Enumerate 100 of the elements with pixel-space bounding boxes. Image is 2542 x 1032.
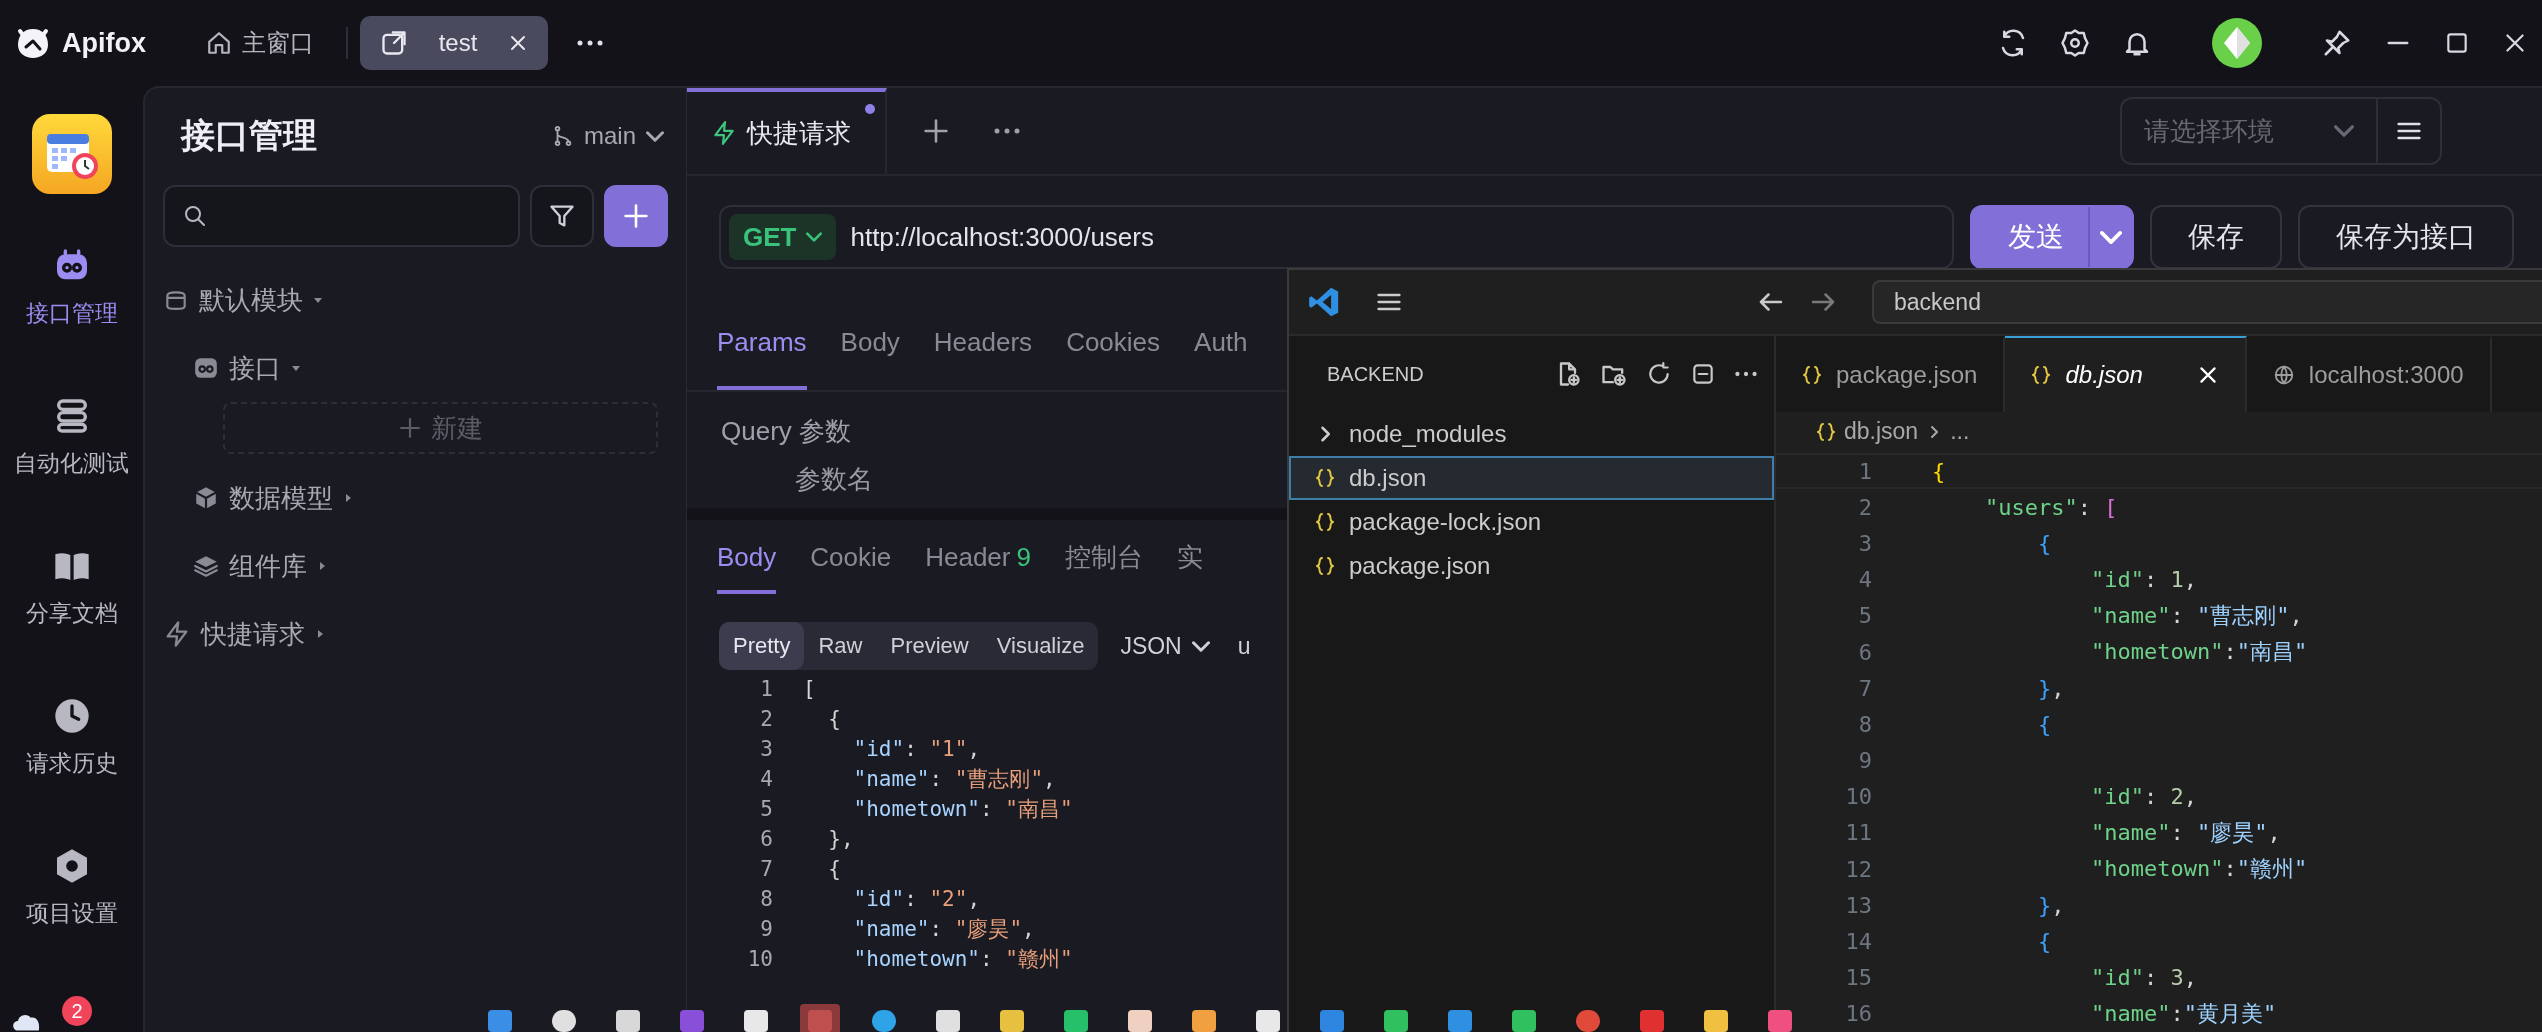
explorer-title: BACKEND: [1327, 362, 1424, 386]
notification-badge: 2: [62, 996, 92, 1026]
nav-item[interactable]: 接口管理: [25, 234, 118, 384]
response-tab[interactable]: Cookie: [810, 524, 892, 594]
line-number: 8: [759, 887, 773, 911]
params-tab[interactable]: Cookies: [1066, 298, 1161, 390]
settings-icon[interactable]: [2060, 28, 2090, 58]
code-line: "hometown":"赣州": [2089, 855, 2308, 884]
editor-tab[interactable]: localhost:3000: [2246, 336, 2492, 412]
params-tab[interactable]: Body: [840, 298, 900, 390]
home-icon: [206, 30, 232, 56]
view-tab[interactable]: Visualize: [982, 622, 1099, 670]
nav-item[interactable]: 请求历史: [25, 684, 118, 834]
cube-icon: [193, 485, 219, 511]
response-tab[interactable]: Header 9: [925, 524, 1031, 594]
line-number: 9: [1857, 748, 1872, 774]
breadcrumb-item[interactable]: ...: [1950, 418, 1970, 445]
code-line: "name": "曹志刚",: [852, 766, 1056, 793]
app-icon[interactable]: [31, 114, 112, 194]
tree-item[interactable]: 默认模块: [199, 282, 303, 318]
view-tab[interactable]: Pretty: [719, 622, 805, 670]
file-item[interactable]: node_modules: [1289, 412, 1774, 456]
refresh-icon[interactable]: [1646, 361, 1672, 387]
lightning-icon: [711, 120, 737, 146]
code-line: "hometown": "南昌": [852, 796, 1073, 823]
filter-button[interactable]: [530, 185, 594, 247]
collapse-icon[interactable]: [1690, 361, 1716, 387]
app-name: Apifox: [62, 27, 146, 59]
response-tab[interactable]: 实: [1176, 524, 1203, 594]
toolbar-label: u: [1237, 632, 1251, 660]
line-number: 8: [1857, 711, 1872, 737]
file-item[interactable]: package-lock.json: [1289, 500, 1774, 544]
line-number: 11: [1844, 820, 1872, 846]
lightning-icon: [163, 620, 191, 648]
method-select[interactable]: GET: [729, 214, 837, 260]
breadcrumb-item[interactable]: db.json: [1844, 418, 1919, 445]
add-button[interactable]: [604, 185, 668, 247]
file-item[interactable]: db.json: [1289, 456, 1774, 500]
code-line: "name": "廖昊",: [852, 916, 1035, 943]
nav-item[interactable]: 自动化测试: [14, 384, 129, 534]
code-line: "id": 1,: [2089, 567, 2197, 593]
globe-icon: [2272, 364, 2295, 386]
braces-icon: [1315, 468, 1335, 488]
branch-selector[interactable]: main: [551, 122, 664, 150]
tree-item[interactable]: 接口: [229, 350, 281, 386]
plus-icon: [623, 203, 649, 229]
pin-icon[interactable]: [2322, 28, 2352, 58]
plus-icon[interactable]: [923, 118, 949, 144]
search-field[interactable]: [163, 185, 520, 247]
search-field[interactable]: backend: [1872, 280, 2542, 324]
chevron-down-icon: [2334, 125, 2354, 137]
view-tab[interactable]: Preview: [876, 622, 983, 670]
code-line: "name": "廖昊",: [2089, 818, 2281, 847]
response-tab[interactable]: Body: [717, 524, 777, 594]
code-line: {: [827, 857, 841, 881]
more-icon[interactable]: [993, 127, 1021, 135]
chevron-down-icon: [806, 232, 823, 242]
tree-item[interactable]: 数据模型: [229, 480, 333, 516]
line-number: 4: [759, 767, 773, 791]
window-tab[interactable]: 主窗口: [186, 16, 334, 70]
nav-item[interactable]: 项目设置: [25, 834, 118, 984]
tree-item[interactable]: 快捷请求: [201, 616, 305, 652]
editor-tab[interactable]: db.json: [2005, 336, 2247, 412]
nav-item[interactable]: 分享文档: [25, 534, 118, 684]
line-number: 3: [1857, 530, 1872, 556]
more-icon[interactable]: [1734, 370, 1758, 378]
braces-icon: [1315, 556, 1335, 576]
line-number: 1: [1857, 458, 1872, 484]
line-number: 10: [746, 947, 773, 971]
send-button[interactable]: 发送: [1970, 205, 2134, 269]
params-tab[interactable]: Params: [717, 298, 807, 390]
line-number: 6: [1857, 639, 1872, 665]
window-tab[interactable]: test: [360, 16, 548, 70]
braces-icon: [1315, 512, 1335, 532]
code-line: {: [2036, 711, 2052, 737]
params-tab[interactable]: Auth: [1194, 298, 1248, 390]
code-line: {: [2036, 530, 2052, 556]
api-icon: [193, 355, 219, 381]
maximize-icon[interactable]: [2444, 30, 2470, 56]
file-item[interactable]: package.json: [1289, 544, 1774, 588]
line-number: 10: [1844, 784, 1872, 810]
avatar[interactable]: [2212, 18, 2262, 68]
request-tab[interactable]: 快捷请求: [687, 88, 887, 174]
line-number: 15: [1844, 965, 1872, 991]
code-line: "id": 2,: [2089, 784, 2197, 810]
code-line: "id": "1",: [852, 737, 981, 761]
tree-item[interactable]: 组件库: [229, 548, 307, 584]
window-icon: [380, 29, 408, 57]
code-line: "users": [: [1984, 494, 2118, 520]
format-select[interactable]: JSON: [1120, 632, 1210, 660]
line-number: 6: [759, 827, 773, 851]
line-number: 16: [1844, 1001, 1872, 1027]
line-number: 1: [759, 677, 773, 701]
column-header: 参数名: [795, 462, 873, 496]
line-number: 13: [1844, 892, 1872, 918]
more-icon[interactable]: [576, 39, 604, 47]
params-tab[interactable]: Headers: [933, 298, 1033, 390]
code-line: },: [827, 827, 854, 851]
response-tab[interactable]: 控制台: [1064, 524, 1143, 594]
view-tab[interactable]: Raw: [804, 622, 877, 670]
